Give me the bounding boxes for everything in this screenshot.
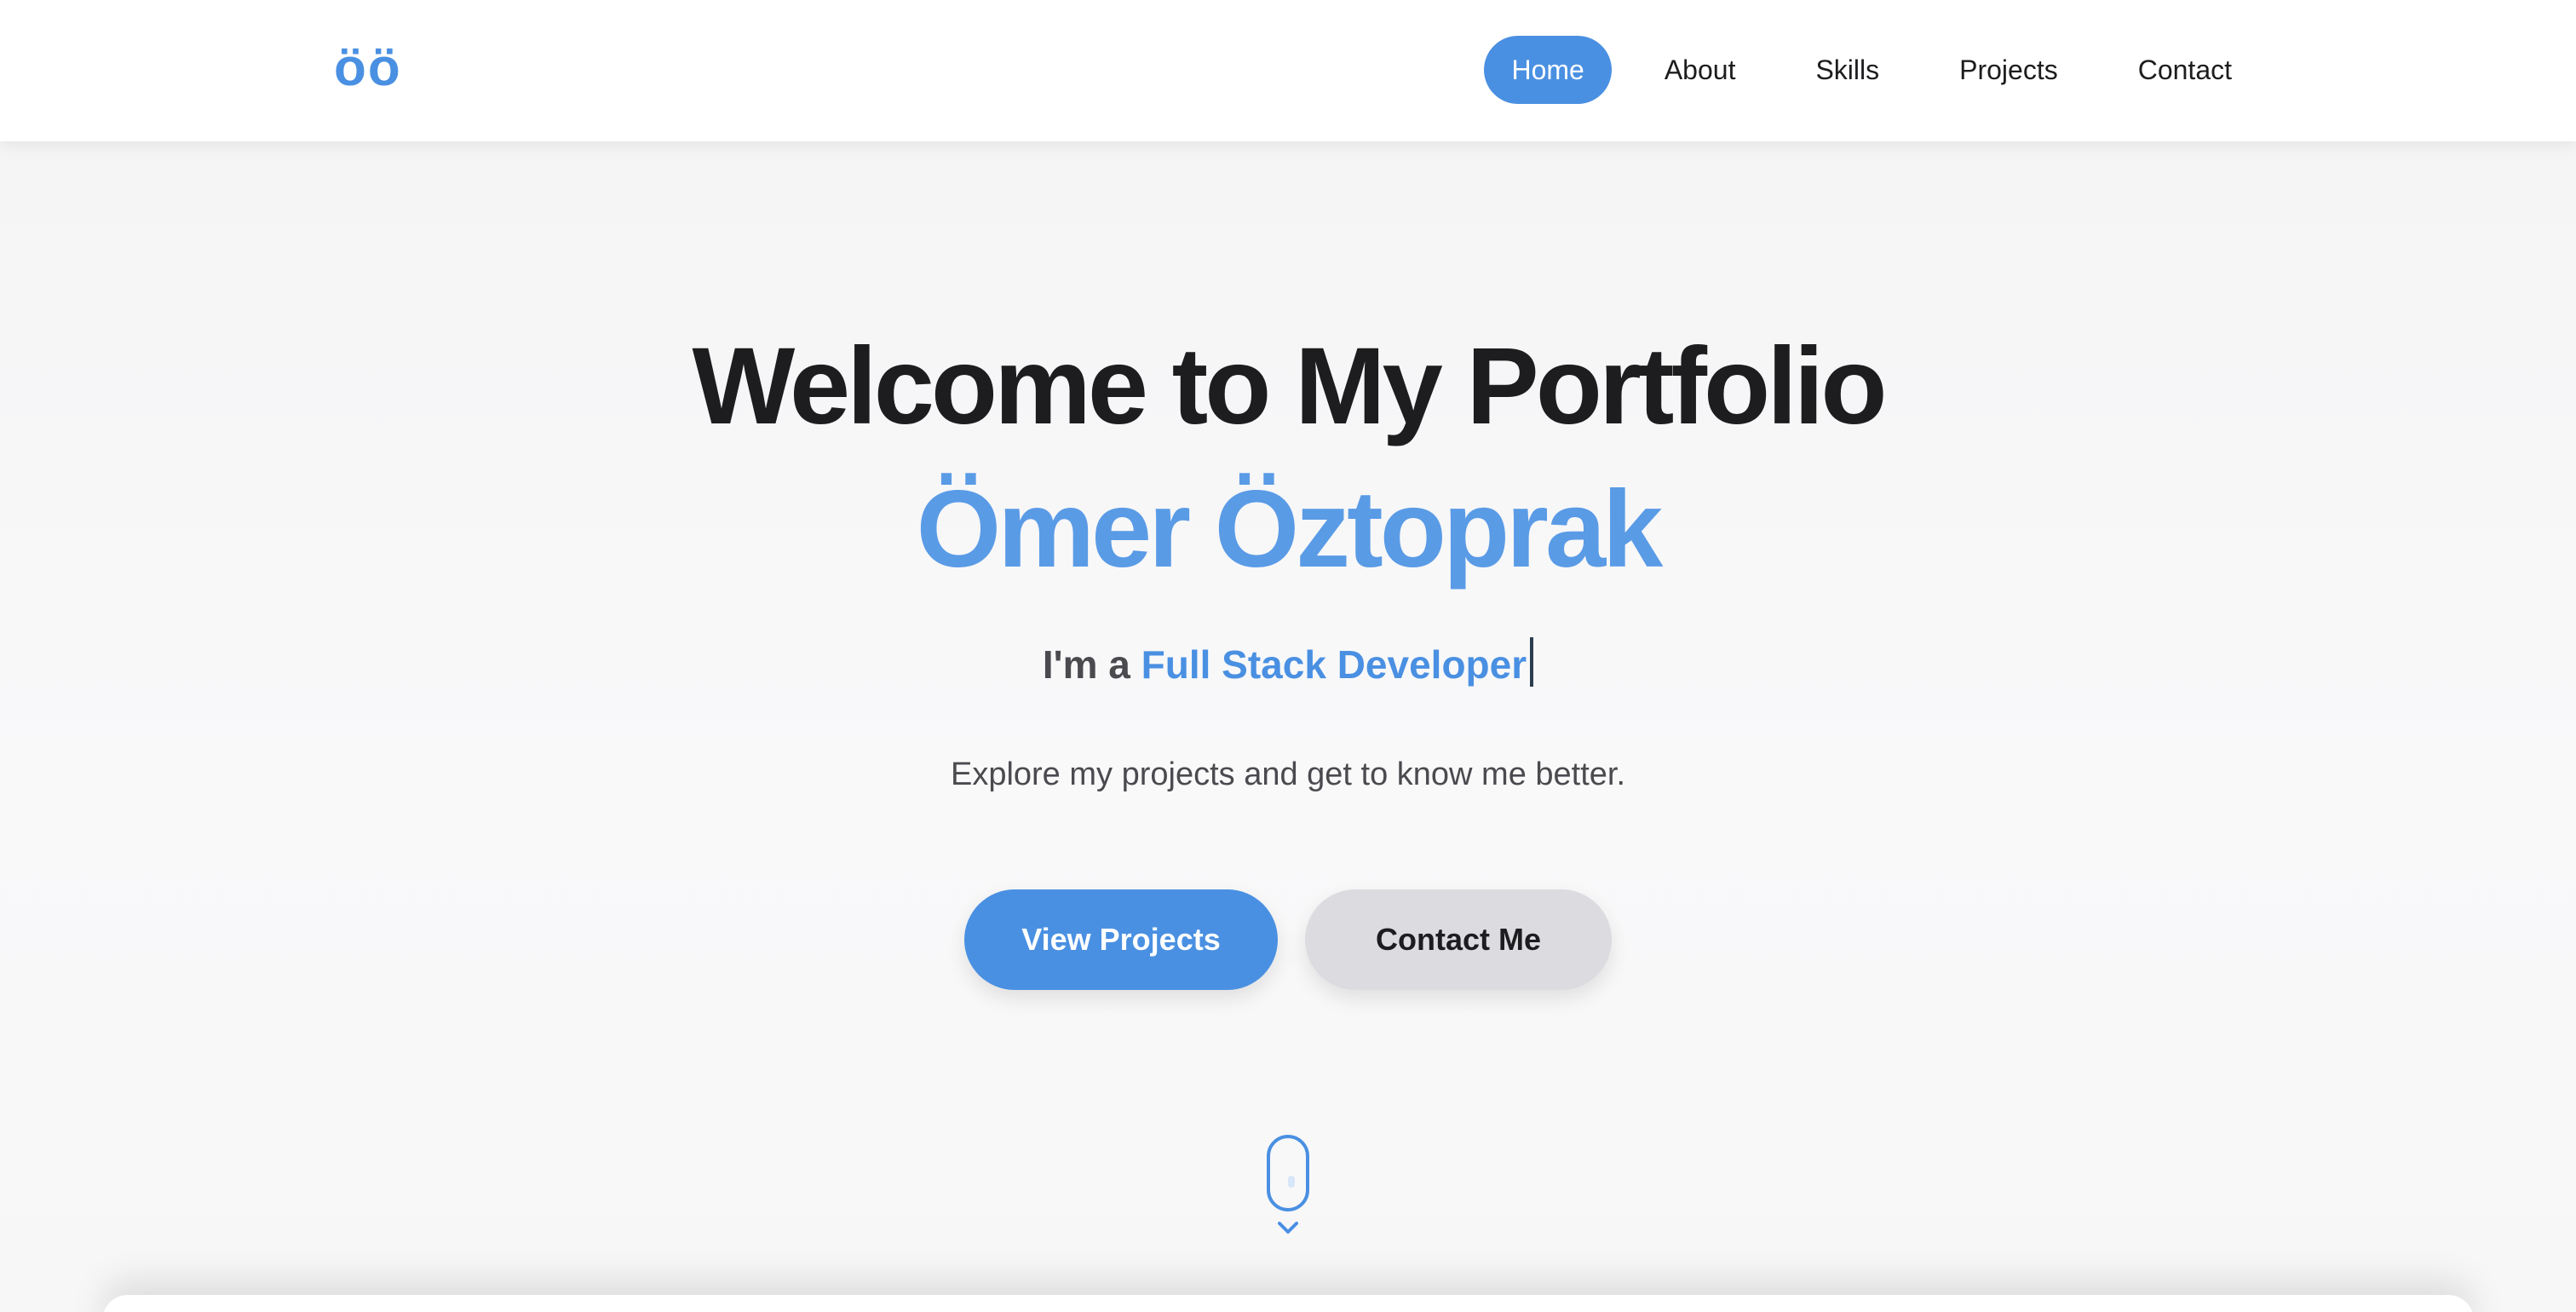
nav-links: Home About Skills Projects Contact bbox=[1484, 36, 2259, 104]
navbar: öö Home About Skills Projects Contact bbox=[0, 0, 2576, 141]
typing-cursor bbox=[1530, 637, 1534, 687]
site-logo[interactable]: öö bbox=[334, 36, 402, 101]
hero-description: Explore my projects and get to know me b… bbox=[950, 757, 1626, 792]
hero-section: Welcome to My Portfolio Ömer Öztoprak I'… bbox=[0, 141, 2576, 1312]
hero-role-prefix: I'm a bbox=[1042, 642, 1141, 687]
hero-name: Ömer Öztoprak bbox=[916, 469, 1664, 590]
mouse-outline bbox=[1267, 1135, 1309, 1211]
nav-link-projects[interactable]: Projects bbox=[1932, 36, 2085, 104]
next-section-edge bbox=[102, 1295, 2474, 1312]
view-projects-button[interactable]: View Projects bbox=[964, 889, 1278, 990]
hero-buttons: View Projects Contact Me bbox=[0, 889, 2576, 990]
mouse-wheel bbox=[1288, 1176, 1295, 1188]
nav-link-home[interactable]: Home bbox=[1484, 36, 1612, 104]
portfolio-page: öö Home About Skills Projects Contact We… bbox=[0, 0, 2576, 1312]
hero-title: Welcome to My Portfolio bbox=[692, 325, 1887, 447]
mouse-scroll-icon[interactable] bbox=[1267, 1135, 1309, 1246]
nav-link-skills[interactable]: Skills bbox=[1788, 36, 1906, 104]
contact-me-button[interactable]: Contact Me bbox=[1305, 889, 1612, 990]
hero-role-text: Full Stack Developer bbox=[1141, 642, 1527, 687]
chevron-down-icon bbox=[1278, 1222, 1298, 1234]
nav-link-about[interactable]: About bbox=[1637, 36, 1763, 104]
nav-link-contact[interactable]: Contact bbox=[2111, 36, 2259, 104]
hero-role: I'm a Full Stack Developer bbox=[0, 637, 2576, 690]
